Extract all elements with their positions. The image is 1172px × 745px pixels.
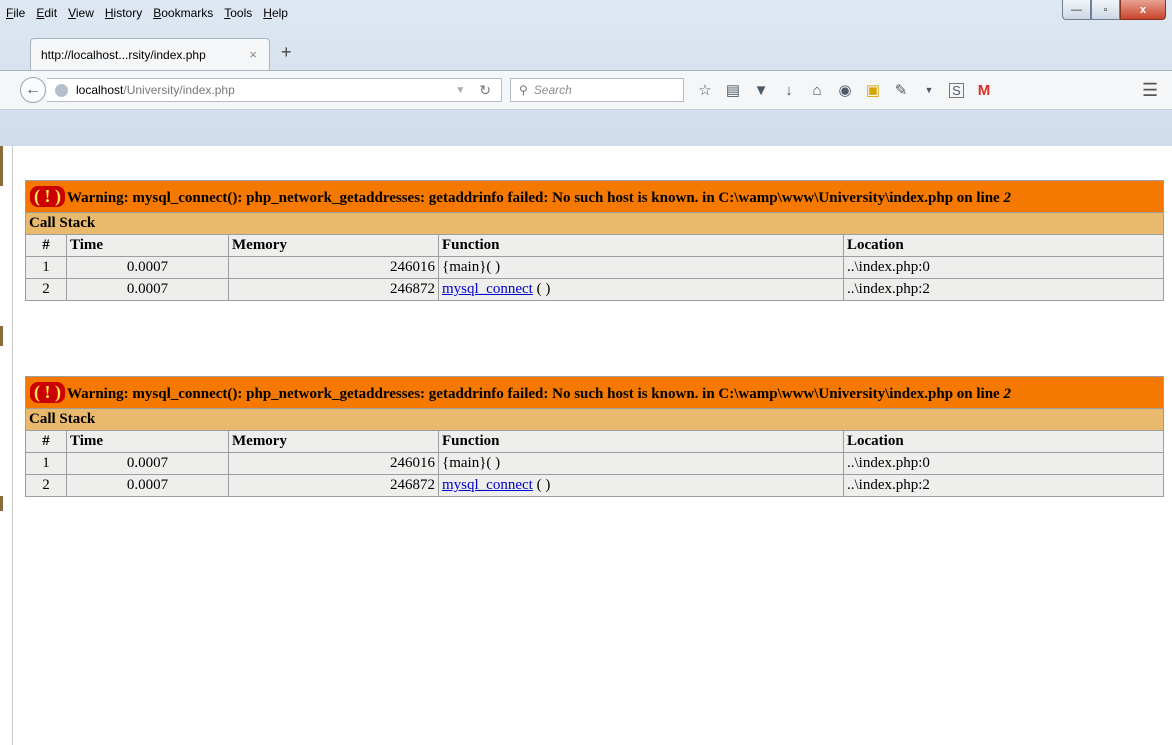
screenshot-icon[interactable]: ▣ — [865, 82, 881, 99]
home-icon[interactable]: ⌂ — [809, 82, 825, 99]
row-memory: 246872 — [228, 474, 439, 497]
row-time: 0.0007 — [66, 256, 229, 279]
chat-icon[interactable]: ◉ — [837, 82, 853, 99]
minimize-button[interactable]: — — [1062, 0, 1091, 20]
tab-active[interactable]: http://localhost...rsity/index.php × — [30, 38, 270, 70]
row-number: 1 — [25, 256, 67, 279]
function-text: ( ) — [532, 477, 551, 493]
warning-header: ( ! ) Warning: mysql_connect(): php_netwo… — [25, 180, 1164, 213]
new-tab-button[interactable]: + — [281, 42, 292, 63]
col-location: Location — [843, 430, 1164, 453]
warning-message: Warning: mysql_connect(): php_network_ge… — [66, 190, 1004, 206]
table-row: 2 0.0007 246872 mysql_connect ( ) ..\ind… — [25, 474, 1164, 497]
row-number: 1 — [25, 452, 67, 475]
col-location: Location — [843, 234, 1164, 257]
search-placeholder: Search — [533, 83, 572, 97]
menu-edit[interactable]: Edit — [36, 6, 57, 20]
search-icon: ⚲ — [519, 83, 528, 97]
address-host: localhost — [76, 83, 124, 97]
close-window-button[interactable]: x — [1120, 0, 1166, 20]
row-memory: 246016 — [228, 256, 439, 279]
tab-title: http://localhost...rsity/index.php — [41, 47, 206, 62]
back-button[interactable]: ← — [20, 77, 46, 103]
row-location: ..\index.php:2 — [843, 474, 1164, 497]
back-arrow-icon: ← — [25, 81, 41, 98]
row-time: 0.0007 — [66, 474, 229, 497]
menu-help[interactable]: Help — [263, 6, 288, 20]
col-memory: Memory — [228, 234, 439, 257]
row-memory: 246016 — [228, 452, 439, 475]
reload-icon[interactable]: ↻ — [479, 82, 491, 99]
history-dropdown-icon[interactable]: ▼ — [455, 85, 465, 96]
gmail-icon[interactable]: M — [976, 82, 992, 99]
table-row: 1 0.0007 246016 {main}( ) ..\index.php:0 — [25, 452, 1164, 475]
menu-bar: File Edit View History Bookmarks Tools H… — [6, 0, 299, 26]
warning-line: 2 — [1003, 386, 1011, 402]
function-text: ( ) — [532, 281, 551, 297]
row-time: 0.0007 — [66, 278, 229, 301]
pen-icon[interactable]: ✎ — [893, 82, 909, 99]
address-path: /University/index.php — [123, 83, 235, 97]
call-stack-title: Call Stack — [25, 408, 1164, 431]
menu-bookmarks[interactable]: Bookmarks — [153, 6, 213, 20]
maximize-button[interactable]: ▫ — [1091, 0, 1120, 20]
menu-tools[interactable]: Tools — [224, 6, 252, 20]
s-icon[interactable]: S — [949, 82, 964, 98]
pocket-icon[interactable]: ▼ — [753, 82, 769, 99]
toolbar-icons: ☆ ▤ ▼ ↓ ⌂ ◉ ▣ ✎ ▼ S M — [697, 78, 1004, 102]
row-function: {main}( ) — [438, 256, 844, 279]
warning-icon: ( ! ) — [30, 186, 65, 207]
row-memory: 246872 — [228, 278, 439, 301]
search-field[interactable]: ⚲ Search — [510, 78, 684, 102]
warning-icon: ( ! ) — [30, 382, 65, 403]
row-number: 2 — [25, 474, 67, 497]
row-number: 2 — [25, 278, 67, 301]
dropdown-icon[interactable]: ▼ — [921, 82, 937, 98]
site-info-icon[interactable] — [55, 83, 68, 97]
row-location: ..\index.php:0 — [843, 256, 1164, 279]
download-icon[interactable]: ↓ — [781, 82, 797, 99]
tab-close-icon[interactable]: × — [249, 47, 257, 62]
table-row: 1 0.0007 246016 {main}( ) ..\index.php:0 — [25, 256, 1164, 279]
col-function: Function — [438, 430, 844, 453]
menu-view[interactable]: View — [68, 6, 94, 20]
mysql-connect-link[interactable]: mysql_connect — [442, 281, 533, 297]
address-bar[interactable]: localhost/University/index.php ▼ ↻ — [47, 78, 502, 102]
mysql-connect-link[interactable]: mysql_connect — [442, 477, 533, 493]
warning-header: ( ! ) Warning: mysql_connect(): php_netwo… — [25, 376, 1164, 409]
error-table: ( ! ) Warning: mysql_connect(): php_netwo… — [25, 376, 1164, 497]
row-time: 0.0007 — [66, 452, 229, 475]
col-memory: Memory — [228, 430, 439, 453]
row-function: mysql_connect ( ) — [438, 474, 844, 497]
col-time: Time — [66, 430, 229, 453]
page-left-edge — [0, 146, 13, 745]
row-function: {main}( ) — [438, 452, 844, 475]
star-icon[interactable]: ☆ — [697, 82, 713, 99]
function-text: {main}( ) — [442, 259, 501, 275]
window-controls: — ▫ x — [1062, 0, 1166, 20]
col-function: Function — [438, 234, 844, 257]
reading-list-icon[interactable]: ▤ — [725, 82, 741, 99]
row-function: mysql_connect ( ) — [438, 278, 844, 301]
menu-history[interactable]: History — [105, 6, 142, 20]
error-table: ( ! ) Warning: mysql_connect(): php_netwo… — [25, 180, 1164, 301]
warning-message: Warning: mysql_connect(): php_network_ge… — [66, 386, 1004, 402]
warning-line: 2 — [1003, 190, 1011, 206]
col-number: # — [25, 430, 67, 453]
col-time: Time — [66, 234, 229, 257]
menu-file[interactable]: File — [6, 6, 25, 20]
col-number: # — [25, 234, 67, 257]
table-row: 2 0.0007 246872 mysql_connect ( ) ..\ind… — [25, 278, 1164, 301]
call-stack-title: Call Stack — [25, 212, 1164, 235]
row-location: ..\index.php:2 — [843, 278, 1164, 301]
hamburger-menu-icon[interactable]: ☰ — [1142, 80, 1158, 101]
function-text: {main}( ) — [442, 455, 501, 471]
row-location: ..\index.php:0 — [843, 452, 1164, 475]
